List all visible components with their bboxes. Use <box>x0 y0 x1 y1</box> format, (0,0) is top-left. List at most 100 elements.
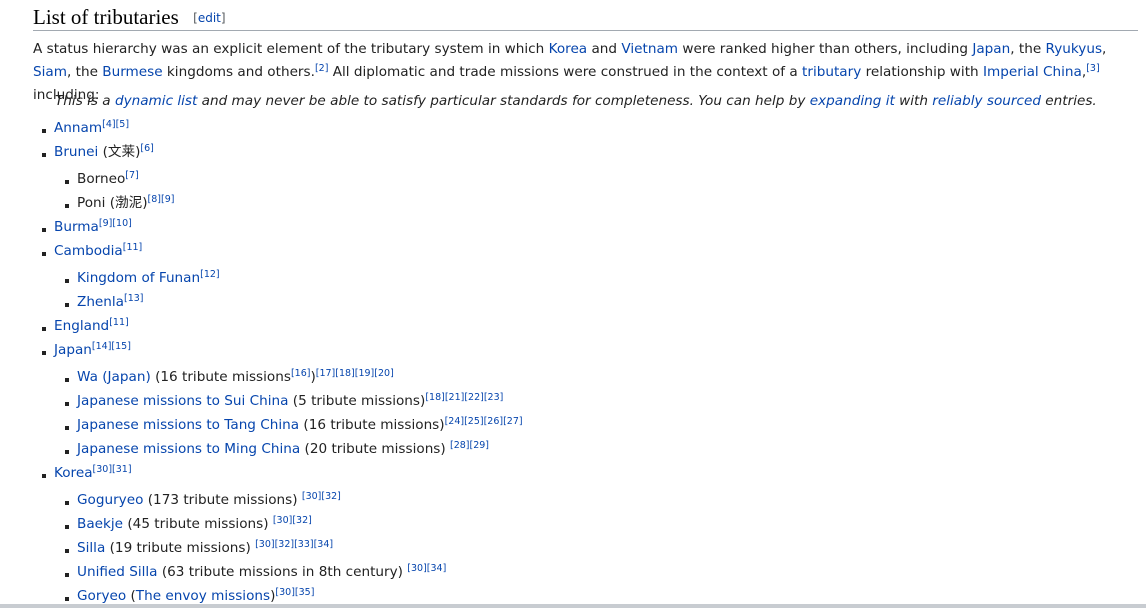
link-imperial-china[interactable]: Imperial China <box>983 64 1082 80</box>
citation-ref[interactable]: [18][21][22][23] <box>425 392 503 403</box>
item-text: (文莱) <box>98 144 141 160</box>
bottom-scrollbar[interactable] <box>0 604 1146 608</box>
hatnote-text: with <box>894 93 933 109</box>
citation-ref[interactable]: [11] <box>123 242 143 253</box>
list-item-wa-japan: Wa (Japan) (16 tribute missions[16])[17]… <box>63 366 1130 390</box>
item-text: Borneo <box>77 171 126 187</box>
citation-ref[interactable]: [30][34] <box>407 563 446 574</box>
citation-ref[interactable]: [28][29] <box>450 440 489 451</box>
intro-text: were ranked higher than others, includin… <box>678 41 973 57</box>
item-text: (16 tribute missions) <box>299 417 445 433</box>
list-item-ming-china: Japanese missions to Ming China (20 trib… <box>63 438 1130 462</box>
link-korea[interactable]: Korea <box>549 41 588 57</box>
item-link[interactable]: Wa (Japan) <box>77 369 151 385</box>
item-link[interactable]: Kingdom of Funan <box>77 270 200 286</box>
intro-text: , the <box>66 64 103 80</box>
list-item-tang-china: Japanese missions to Tang China (16 trib… <box>63 414 1130 438</box>
citation-ref[interactable]: [14][15] <box>92 341 131 352</box>
citation-ref[interactable]: [30][32][33][34] <box>255 539 333 550</box>
item-link[interactable]: Goguryeo <box>77 492 143 508</box>
citation-ref[interactable]: [30][31] <box>93 464 132 475</box>
list-item-unified-silla: Unified Silla (63 tribute missions in 8t… <box>63 561 1130 585</box>
list-item-korea: Korea[30][31] <box>40 462 1130 486</box>
citation-ref[interactable]: [13] <box>124 293 144 304</box>
item-link[interactable]: Japanese missions to Sui China <box>77 393 288 409</box>
edit-bracket-close: ] <box>220 11 226 25</box>
hatnote-text: entries. <box>1040 93 1097 109</box>
item-link-envoy-missions[interactable]: The envoy missions <box>136 588 270 604</box>
section-title: List of tributaries <box>33 5 179 29</box>
item-link[interactable]: Goryeo <box>77 588 126 604</box>
item-link[interactable]: Japanese missions to Tang China <box>77 417 299 433</box>
item-link[interactable]: Korea <box>54 465 93 481</box>
list-item-cambodia: Cambodia[11] <box>40 240 1130 264</box>
citation-ref[interactable]: [12] <box>200 269 220 280</box>
item-text: (173 tribute missions) <box>143 492 302 508</box>
item-text: ) <box>310 369 316 385</box>
item-link[interactable]: Silla <box>77 540 105 556</box>
tributary-list: Annam[4][5] Brunei (文莱)[6] Borneo[7] Pon… <box>40 117 1130 608</box>
citation-ref[interactable]: [30][32] <box>302 491 341 502</box>
hatnote-text: This is a <box>55 93 115 109</box>
intro-text: and <box>587 41 622 57</box>
item-link[interactable]: Cambodia <box>54 243 123 259</box>
link-dynamic-list[interactable]: dynamic list <box>115 93 197 109</box>
edit-link[interactable]: edit <box>198 11 221 25</box>
citation-ref[interactable]: [11] <box>109 317 129 328</box>
item-link[interactable]: Baekje <box>77 516 123 532</box>
item-link[interactable]: Annam <box>54 120 102 136</box>
link-japan[interactable]: Japan <box>972 41 1010 57</box>
link-expanding-it[interactable]: expanding it <box>810 93 895 109</box>
list-item-goguryeo: Goguryeo (173 tribute missions) [30][32] <box>63 489 1130 513</box>
intro-text: All diplomatic and trade missions were c… <box>328 64 803 80</box>
citation-ref[interactable]: [6] <box>140 143 153 154</box>
citation-ref[interactable]: [4][5] <box>102 119 129 130</box>
list-item-england: England[11] <box>40 315 1130 339</box>
item-text: ( <box>126 588 136 604</box>
link-tributary[interactable]: tributary <box>802 64 861 80</box>
citation-ref[interactable]: [7] <box>125 170 138 181</box>
citation-ref[interactable]: [2] <box>315 63 328 74</box>
list-item-borneo: Borneo[7] <box>63 168 1130 192</box>
intro-text: relationship with <box>861 64 983 80</box>
citation-ref[interactable]: [8][9] <box>148 194 175 205</box>
list-item-japan: Japan[14][15] <box>40 339 1130 363</box>
citation-ref[interactable]: [24][25][26][27] <box>445 416 523 427</box>
list-item-baekje: Baekje (45 tribute missions) [30][32] <box>63 513 1130 537</box>
list-item-brunei: Brunei (文莱)[6] <box>40 141 1130 165</box>
link-ryukyus[interactable]: Ryukyus <box>1046 41 1103 57</box>
list-item-zhenla: Zhenla[13] <box>63 291 1130 315</box>
citation-ref[interactable]: [3] <box>1086 63 1099 74</box>
link-reliably-sourced[interactable]: reliably sourced <box>932 93 1041 109</box>
link-siam[interactable]: Siam <box>33 64 67 80</box>
list-item-silla: Silla (19 tribute missions) [30][32][33]… <box>63 537 1130 561</box>
list-item-poni: Poni (渤泥)[8][9] <box>63 192 1130 216</box>
item-link[interactable]: Burma <box>54 219 99 235</box>
hatnote-text: and may never be able to satisfy particu… <box>197 93 810 109</box>
citation-ref[interactable]: [30][32] <box>273 515 312 526</box>
citation-ref[interactable]: [9][10] <box>99 218 132 229</box>
item-text: (20 tribute missions) <box>300 441 451 457</box>
link-vietnam[interactable]: Vietnam <box>621 41 678 57</box>
item-link[interactable]: England <box>54 318 109 334</box>
citation-ref[interactable]: [30][35] <box>275 587 314 598</box>
item-text: (63 tribute missions in 8th century) <box>157 564 408 580</box>
item-text: (19 tribute missions) <box>105 540 256 556</box>
edit-section: [edit] <box>193 11 225 25</box>
citation-ref[interactable]: [17][18][19][20] <box>316 368 394 379</box>
item-text: (5 tribute missions) <box>288 393 426 409</box>
intro-text: , the <box>1010 41 1046 57</box>
section-heading: List of tributaries [edit] <box>33 4 1138 31</box>
item-link[interactable]: Japanese missions to Ming China <box>77 441 300 457</box>
item-link[interactable]: Zhenla <box>77 294 124 310</box>
citation-ref[interactable]: [16] <box>291 368 311 379</box>
item-link[interactable]: Unified Silla <box>77 564 158 580</box>
list-item-funan: Kingdom of Funan[12] <box>63 267 1130 291</box>
intro-text: A status hierarchy was an explicit eleme… <box>33 41 549 57</box>
link-burmese[interactable]: Burmese <box>102 64 162 80</box>
item-text: (16 tribute missions <box>150 369 291 385</box>
item-link[interactable]: Brunei <box>54 144 98 160</box>
item-link[interactable]: Japan <box>54 342 92 358</box>
intro-text: , <box>1102 41 1107 57</box>
dynamic-list-hatnote: This is a dynamic list and may never be … <box>55 90 1135 112</box>
